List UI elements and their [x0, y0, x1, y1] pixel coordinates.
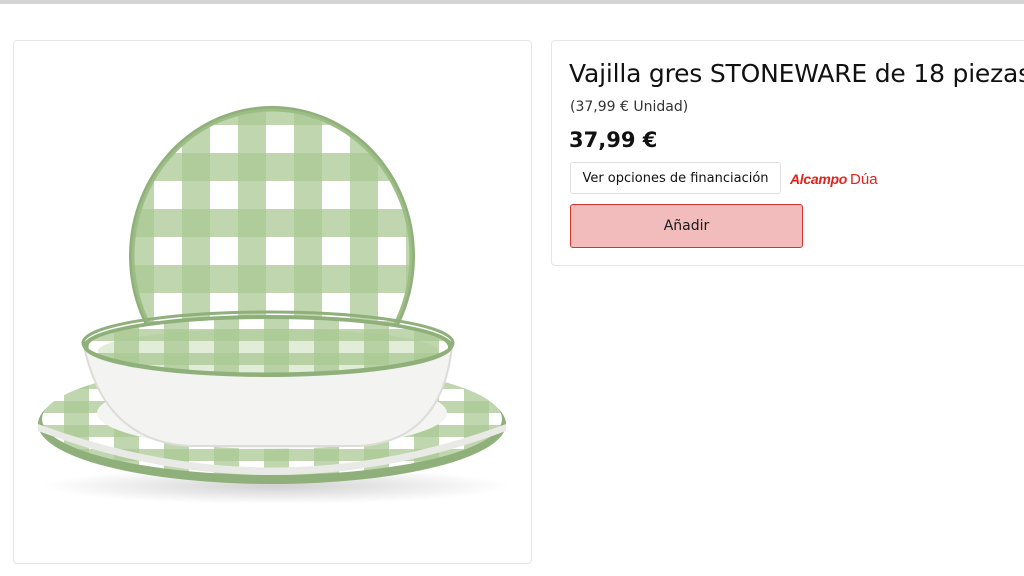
product-price: 37,99 €: [569, 128, 658, 152]
checkered-dinnerware-image: [38, 106, 511, 504]
add-to-cart-button[interactable]: Añadir: [570, 204, 803, 248]
top-bar: [0, 0, 1024, 4]
alcampo-brand-text: Alcampo: [790, 171, 848, 187]
financing-options-button[interactable]: Ver opciones de financiación: [570, 162, 781, 194]
product-image-card[interactable]: [13, 40, 532, 564]
product-info-card: Vajilla gres STONEWARE de 18 piezas. (37…: [551, 40, 1024, 266]
alcampo-dua-logo[interactable]: Alcampo Dúa: [790, 170, 878, 188]
unit-price: (37,99 € Unidad): [570, 99, 689, 115]
dua-text: Dúa: [850, 170, 878, 188]
product-title: Vajilla gres STONEWARE de 18 piezas.: [569, 59, 1024, 88]
